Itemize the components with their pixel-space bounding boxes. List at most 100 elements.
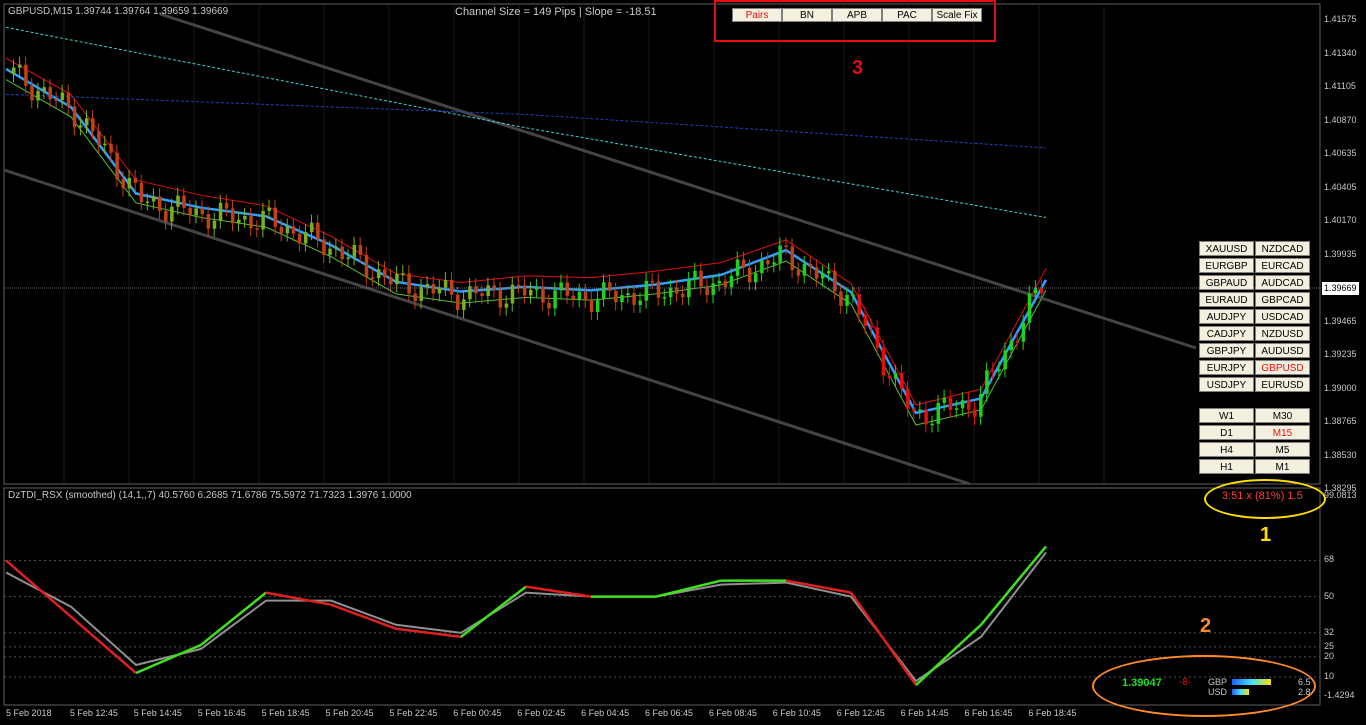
candle-body[interactable] xyxy=(595,298,600,313)
candle-body[interactable] xyxy=(431,284,436,294)
candle-body[interactable] xyxy=(869,326,874,328)
candle-body[interactable] xyxy=(60,92,65,100)
candle-body[interactable] xyxy=(200,208,205,215)
candle-body[interactable] xyxy=(985,370,989,394)
pair-button-euraud[interactable]: EURAUD xyxy=(1199,292,1254,307)
candle-body[interactable] xyxy=(1009,340,1014,351)
candle-body[interactable] xyxy=(997,369,1001,372)
price-chart[interactable] xyxy=(0,0,1366,725)
candle-body[interactable] xyxy=(784,245,788,247)
candle-body[interactable] xyxy=(84,118,89,126)
candle-body[interactable] xyxy=(577,291,582,300)
candle-body[interactable] xyxy=(157,196,162,211)
candle-body[interactable] xyxy=(285,226,290,234)
candle-body[interactable] xyxy=(571,295,576,300)
candle-body[interactable] xyxy=(218,202,223,221)
scale-fix-button[interactable]: Scale Fix xyxy=(932,8,982,22)
candle-body[interactable] xyxy=(462,299,466,311)
timeframe-button-d1[interactable]: D1 xyxy=(1199,425,1254,440)
candle-body[interactable] xyxy=(72,106,77,128)
candle-body[interactable] xyxy=(875,327,880,348)
candle-body[interactable] xyxy=(358,244,363,255)
candle-body[interactable] xyxy=(601,282,606,299)
pair-button-eurjpy[interactable]: EURJPY xyxy=(1199,360,1254,375)
candle-body[interactable] xyxy=(291,226,296,234)
pair-button-eurgbp[interactable]: EURGBP xyxy=(1199,258,1254,273)
candle-body[interactable] xyxy=(936,402,941,424)
candle-body[interactable] xyxy=(954,408,959,410)
candle-body[interactable] xyxy=(91,118,95,132)
candle-body[interactable] xyxy=(1021,322,1026,342)
candle-body[interactable] xyxy=(383,269,387,278)
candle-body[interactable] xyxy=(145,201,150,203)
candle-body[interactable] xyxy=(820,273,825,279)
timeframe-button-h1[interactable]: H1 xyxy=(1199,459,1254,474)
candle-body[interactable] xyxy=(906,388,910,409)
candle-body[interactable] xyxy=(176,195,180,207)
candle-body[interactable] xyxy=(133,177,138,183)
timeframe-button-m5[interactable]: M5 xyxy=(1255,442,1310,457)
candle-body[interactable] xyxy=(48,87,52,100)
candle-body[interactable] xyxy=(857,294,861,315)
timeframe-button-m1[interactable]: M1 xyxy=(1255,459,1310,474)
candle-body[interactable] xyxy=(249,215,253,229)
candle-body[interactable] xyxy=(212,220,217,229)
candle-body[interactable] xyxy=(139,182,144,203)
candle-body[interactable] xyxy=(881,347,886,376)
pair-button-audusd[interactable]: AUDUSD xyxy=(1255,343,1310,358)
candle-body[interactable] xyxy=(522,285,527,296)
candle-body[interactable] xyxy=(747,267,752,283)
candle-body[interactable] xyxy=(966,400,971,410)
candle-body[interactable] xyxy=(656,281,661,298)
candle-body[interactable] xyxy=(419,286,424,301)
candle-body[interactable] xyxy=(346,257,351,260)
candle-body[interactable] xyxy=(583,291,588,301)
candle-body[interactable] xyxy=(425,284,430,287)
candle-body[interactable] xyxy=(237,219,241,224)
candle-body[interactable] xyxy=(97,131,101,146)
candle-body[interactable] xyxy=(334,246,338,249)
pair-button-gbpaud[interactable]: GBPAUD xyxy=(1199,275,1254,290)
pair-button-eurcad[interactable]: EURCAD xyxy=(1255,258,1310,273)
candle-body[interactable] xyxy=(224,202,229,209)
bn-button[interactable]: BN xyxy=(782,8,832,22)
candle-body[interactable] xyxy=(376,269,381,279)
candle-body[interactable] xyxy=(54,99,59,101)
candle-body[interactable] xyxy=(1015,340,1020,343)
candle-body[interactable] xyxy=(662,297,667,299)
pair-button-usdjpy[interactable]: USDJPY xyxy=(1199,377,1254,392)
candle-body[interactable] xyxy=(24,64,28,86)
candle-body[interactable] xyxy=(18,64,22,68)
candle-body[interactable] xyxy=(620,295,624,303)
candle-body[interactable] xyxy=(115,152,119,180)
candle-body[interactable] xyxy=(912,408,916,411)
candle-body[interactable] xyxy=(109,143,113,153)
candle-body[interactable] xyxy=(206,214,211,229)
candle-body[interactable] xyxy=(1039,288,1044,294)
candle-body[interactable] xyxy=(930,423,934,426)
candle-body[interactable] xyxy=(614,290,618,303)
candle-body[interactable] xyxy=(839,291,843,306)
candle-body[interactable] xyxy=(340,246,344,260)
candle-body[interactable] xyxy=(973,409,977,417)
candle-body[interactable] xyxy=(474,286,478,294)
candle-body[interactable] xyxy=(255,228,259,230)
candle-body[interactable] xyxy=(273,207,278,227)
candle-body[interactable] xyxy=(942,397,947,403)
candle-body[interactable] xyxy=(638,300,642,305)
candle-body[interactable] xyxy=(735,259,740,276)
candle-body[interactable] xyxy=(352,244,357,258)
candle-body[interactable] xyxy=(261,210,265,230)
pair-button-nzdusd[interactable]: NZDUSD xyxy=(1255,326,1310,341)
candle-body[interactable] xyxy=(328,248,332,255)
candle-body[interactable] xyxy=(553,290,557,309)
candle-body[interactable] xyxy=(814,267,819,279)
candle-body[interactable] xyxy=(364,254,369,278)
candle-body[interactable] xyxy=(991,370,995,372)
candle-body[interactable] xyxy=(565,282,569,296)
candle-body[interactable] xyxy=(772,262,776,265)
candles[interactable] xyxy=(12,56,1044,433)
candle-body[interactable] xyxy=(608,282,612,291)
candle-body[interactable] xyxy=(127,177,132,189)
candle-body[interactable] xyxy=(845,294,849,306)
